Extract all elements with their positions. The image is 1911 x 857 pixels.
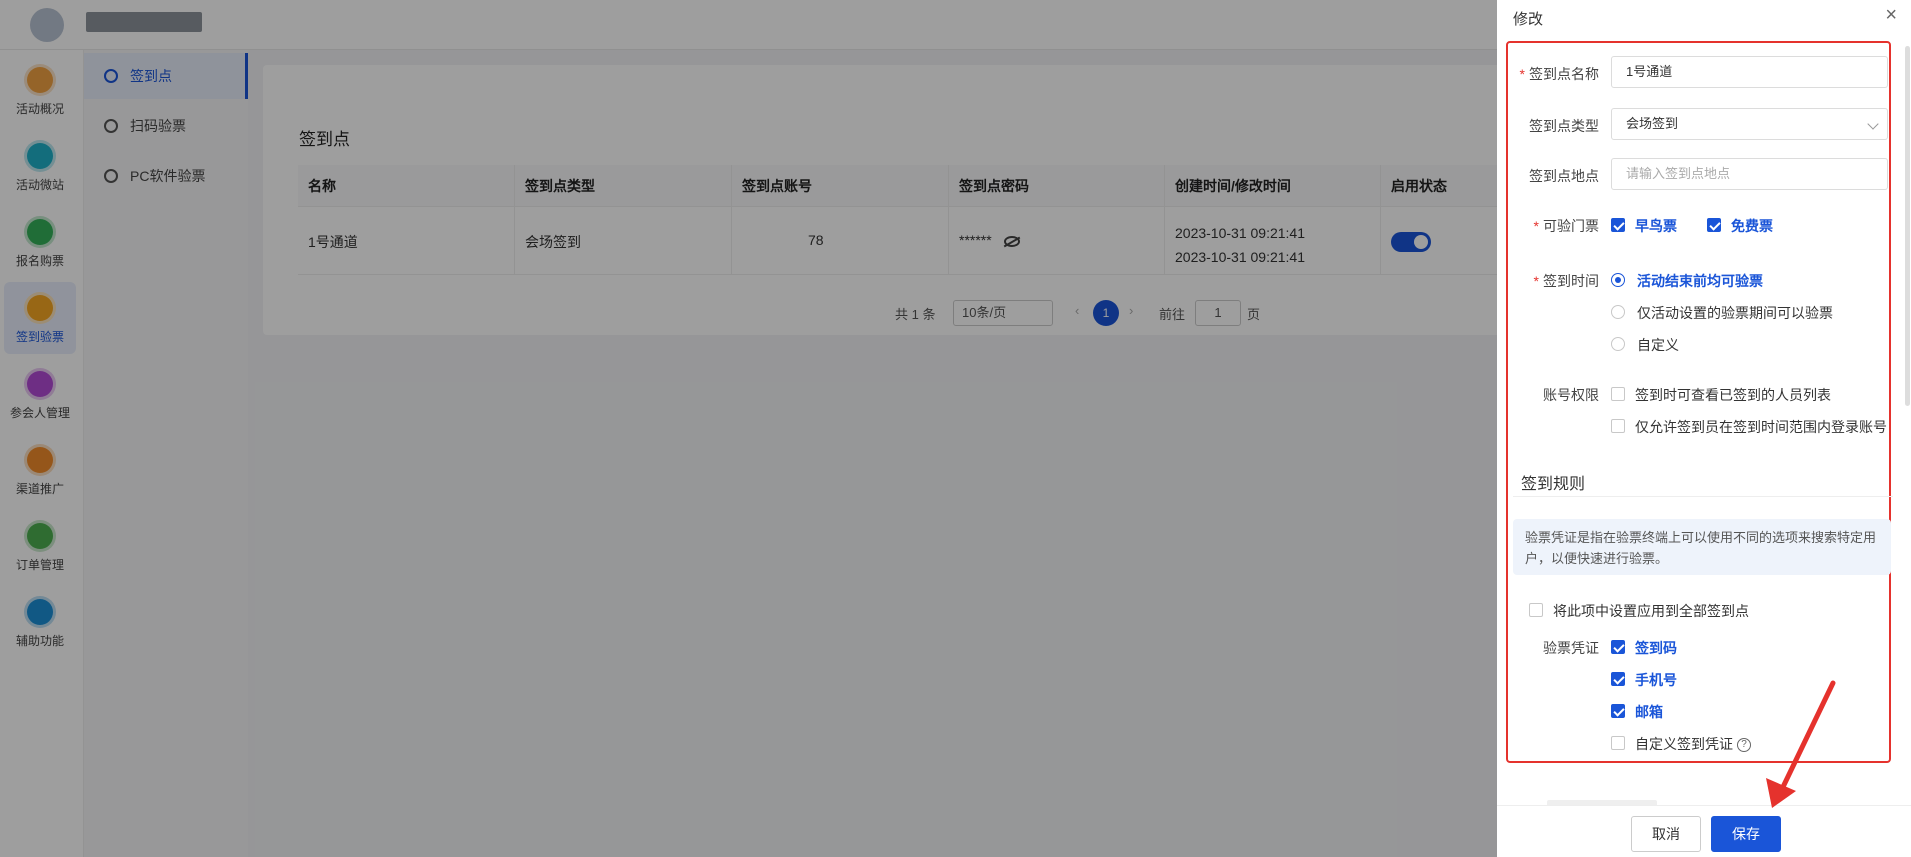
- ticket-early-label[interactable]: 早鸟票: [1635, 216, 1677, 236]
- credential-code-checkbox[interactable]: [1611, 640, 1625, 654]
- ticket-free-checkbox[interactable]: [1707, 218, 1721, 232]
- credential-option-label: 自定义签到凭证: [1635, 736, 1733, 752]
- edit-drawer: 修改 × 签到点名称 1号通道 签到点类型 会场签到 签到点地点 请输入签到点地…: [1497, 0, 1911, 857]
- credential-phone-checkbox[interactable]: [1611, 672, 1625, 686]
- cancel-button[interactable]: 取消: [1631, 816, 1701, 852]
- drawer-title: 修改: [1513, 11, 1544, 28]
- ticket-early-checkbox[interactable]: [1611, 218, 1625, 232]
- rules-info-box: 验票凭证是指在验票终端上可以使用不同的选项来搜索特定用户，以便快速进行验票。: [1513, 519, 1891, 575]
- type-label: 签到点类型: [1529, 118, 1599, 134]
- time-label: 签到时间: [1497, 271, 1599, 291]
- help-icon[interactable]: ?: [1737, 738, 1751, 753]
- rules-section-title: 签到规则: [1521, 476, 1586, 493]
- time-option-label[interactable]: 自定义: [1637, 335, 1679, 355]
- credential-custom-row[interactable]: 自定义签到凭证?: [1635, 734, 1751, 754]
- location-label: 签到点地点: [1529, 168, 1599, 184]
- location-placeholder: 请输入签到点地点: [1626, 166, 1731, 181]
- save-button[interactable]: 保存: [1711, 816, 1781, 852]
- drawer-scrollbar[interactable]: [1905, 46, 1910, 406]
- time-option-label[interactable]: 活动结束前均可验票: [1637, 271, 1763, 291]
- chevron-down-icon: [1867, 118, 1879, 130]
- tickets-label-text: 可验门票: [1543, 218, 1599, 234]
- type-select[interactable]: 会场签到: [1611, 108, 1888, 140]
- apply-all-label[interactable]: 将此项中设置应用到全部签到点: [1553, 601, 1749, 621]
- credential-custom-checkbox[interactable]: [1611, 736, 1625, 750]
- location-input[interactable]: 请输入签到点地点: [1611, 158, 1888, 190]
- field-label: 签到点名称: [1497, 64, 1599, 84]
- name-input-value: 1号通道: [1626, 64, 1673, 79]
- tickets-label: 可验门票: [1497, 216, 1599, 236]
- time-radio-custom[interactable]: [1611, 337, 1625, 351]
- credential-label: 验票凭证: [1543, 640, 1599, 656]
- close-icon[interactable]: ×: [1885, 4, 1897, 27]
- time-radio-period[interactable]: [1611, 305, 1625, 319]
- credential-option-label[interactable]: 手机号: [1635, 670, 1677, 690]
- name-input[interactable]: 1号通道: [1611, 56, 1888, 88]
- ticket-free-label[interactable]: 免费票: [1731, 216, 1773, 236]
- apply-all-checkbox[interactable]: [1529, 603, 1543, 617]
- credential-option-label[interactable]: 签到码: [1635, 638, 1677, 658]
- time-option-label[interactable]: 仅活动设置的验票期间可以验票: [1637, 303, 1833, 323]
- perm-view-list-checkbox[interactable]: [1611, 387, 1625, 401]
- perm-label: 账号权限: [1543, 387, 1599, 403]
- perm-option-label[interactable]: 仅允许签到员在签到时间范围内登录账号: [1635, 417, 1887, 437]
- modal-overlay[interactable]: [0, 0, 1497, 857]
- type-select-value: 会场签到: [1626, 116, 1679, 131]
- perm-login-time-checkbox[interactable]: [1611, 419, 1625, 433]
- credential-email-checkbox[interactable]: [1611, 704, 1625, 718]
- divider: [1513, 496, 1893, 497]
- time-label-text: 签到时间: [1543, 273, 1599, 289]
- name-label-text: 签到点名称: [1529, 66, 1599, 82]
- drawer-footer: 取消 保存: [1497, 805, 1911, 857]
- perm-option-label[interactable]: 签到时可查看已签到的人员列表: [1635, 385, 1831, 405]
- time-radio-until-end[interactable]: [1611, 273, 1625, 287]
- credential-option-label[interactable]: 邮箱: [1635, 702, 1663, 722]
